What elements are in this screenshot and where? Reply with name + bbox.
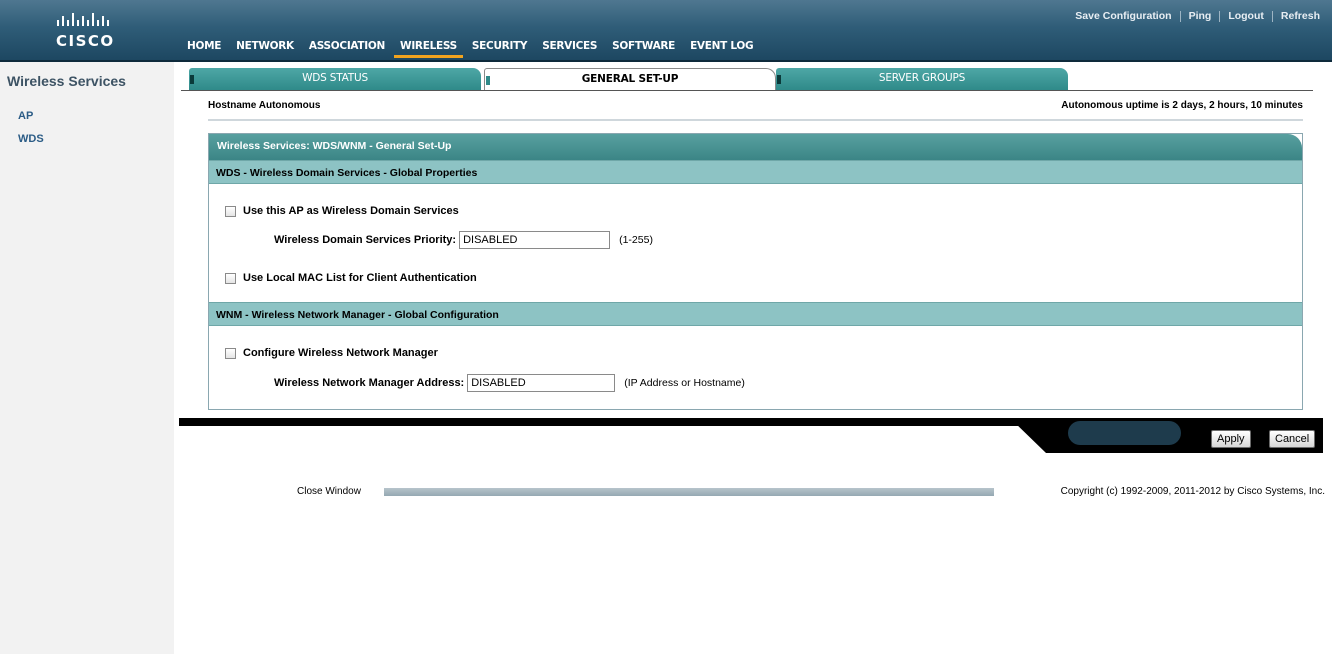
close-window-link[interactable]: Close Window [297,486,361,497]
general-setup-panel: Wireless Services: WDS/WNM - General Set… [208,133,1303,410]
cisco-logo: CISCO [48,10,128,54]
sidebar: Wireless Services AP WDS [0,62,174,654]
footer-bar [384,488,994,496]
tab-baseline [181,90,1313,91]
configure-wnm-checkbox[interactable] [225,347,236,359]
use-ap-as-wds-row: Use this AP as Wireless Domain Services [225,205,459,217]
nav-security[interactable]: SECURITY [466,38,533,58]
save-configuration-link[interactable]: Save Configuration [1067,10,1179,22]
wds-priority-input[interactable] [459,231,611,249]
refresh-link[interactable]: Refresh [1273,10,1328,22]
use-ap-as-wds-label: Use this AP as Wireless Domain Services [243,205,459,217]
main-nav: HOME NETWORK ASSOCIATION WIRELESS SECURI… [181,38,762,58]
wnm-address-label: Wireless Network Manager Address: [274,377,465,389]
utility-links: Save Configuration Ping Logout Refresh [1067,10,1328,22]
wds-section-heading: WDS - Wireless Domain Services - Global … [209,160,1302,184]
nav-event-log[interactable]: EVENT LOG [684,38,759,58]
wnm-section-heading: WNM - Wireless Network Manager - Global … [209,302,1302,326]
tab-label: WDS STATUS [302,72,368,84]
tab-server-groups[interactable]: SERVER GROUPS [776,68,1068,90]
action-block: Apply Cancel [1010,418,1323,453]
top-header-bar: CISCO Save Configuration Ping Logout Ref… [0,0,1332,62]
logout-link[interactable]: Logout [1220,10,1272,22]
hostname-text: Hostname Autonomous [208,100,321,111]
wds-priority-row: Wireless Domain Services Priority: (1-25… [274,231,653,249]
wnm-address-input[interactable] [467,374,616,392]
nav-services[interactable]: SERVICES [536,38,603,58]
status-pill [1068,421,1181,445]
configure-wnm-row: Configure Wireless Network Manager [225,347,438,359]
tab-general-set-up[interactable]: GENERAL SET-UP [484,68,776,91]
nav-software[interactable]: SOFTWARE [606,38,681,58]
cancel-button[interactable]: Cancel [1269,430,1316,448]
cisco-bridge-logo-icon [57,13,109,26]
sidebar-item-wds[interactable]: WDS [18,133,44,145]
tab-label: SERVER GROUPS [878,72,966,84]
nav-network[interactable]: NETWORK [230,38,300,58]
wnm-address-hint: (IP Address or Hostname) [624,377,745,389]
panel-title: Wireless Services: WDS/WNM - General Set… [209,134,1302,160]
tab-label: GENERAL SET-UP [581,73,679,85]
use-ap-as-wds-checkbox[interactable] [225,205,236,217]
apply-button[interactable]: Apply [1211,430,1251,448]
divider [208,119,1303,121]
wds-priority-label: Wireless Domain Services Priority: [274,234,457,246]
configure-wnm-label: Configure Wireless Network Manager [243,347,438,359]
ping-link[interactable]: Ping [1181,10,1220,22]
sidebar-title: Wireless Services [7,73,126,89]
local-mac-list-checkbox[interactable] [225,272,236,284]
cisco-wordmark: CISCO [56,32,115,50]
local-mac-list-label: Use Local MAC List for Client Authentica… [243,272,477,284]
sidebar-item-ap[interactable]: AP [18,110,33,122]
local-mac-list-row: Use Local MAC List for Client Authentica… [225,272,477,284]
tab-marker-icon [777,75,781,84]
nav-association[interactable]: ASSOCIATION [303,38,391,58]
tab-marker-icon [486,76,490,85]
wnm-address-row: Wireless Network Manager Address: (IP Ad… [274,374,745,392]
uptime-text: Autonomous uptime is 2 days, 2 hours, 10… [1061,100,1303,111]
footer: Close Window Copyright (c) 1992-2009, 20… [297,486,1325,498]
nav-home[interactable]: HOME [181,38,227,58]
wds-priority-hint: (1-255) [619,234,653,246]
copyright-text: Copyright (c) 1992-2009, 2011-2012 by Ci… [1060,486,1325,497]
nav-wireless[interactable]: WIRELESS [394,38,463,58]
tab-wds-status[interactable]: WDS STATUS [189,68,481,90]
tab-marker-icon [190,75,194,84]
